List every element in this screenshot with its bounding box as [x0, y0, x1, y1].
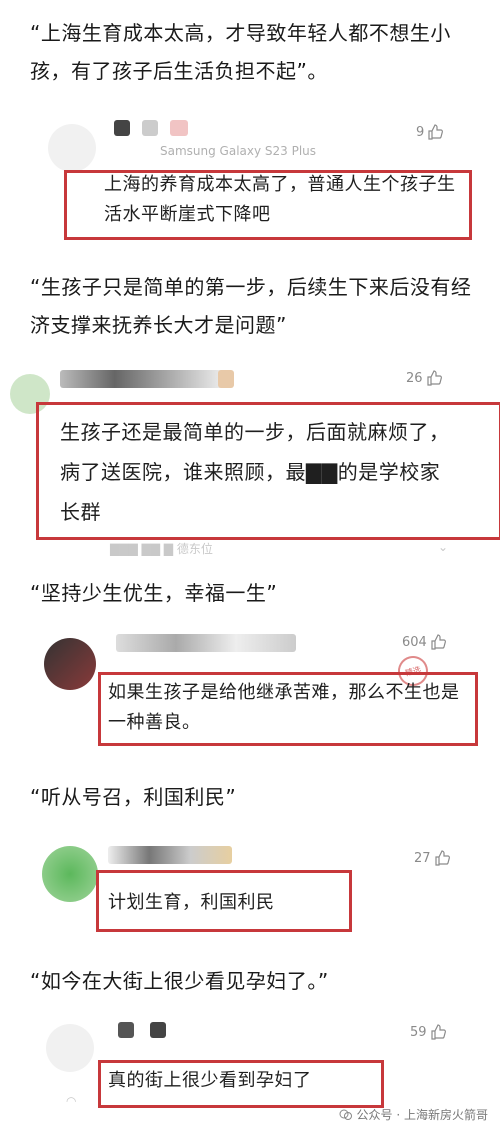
- like-button[interactable]: 604: [402, 634, 446, 650]
- quote-2: “生孩子只是简单的第一步，后续生下来后没有经济支撑来抚养长大才是问题”: [30, 275, 472, 337]
- username-blur: [108, 846, 232, 864]
- like-count: 604: [402, 634, 427, 650]
- thumb-up-icon: [431, 634, 446, 650]
- comment-text: 计划生育，利国利民: [108, 892, 275, 913]
- comment-card-4: 27 计划生育，利国利民: [0, 840, 500, 940]
- username-blur: [150, 1022, 166, 1038]
- comment-card-1: Samsung Galaxy S23 Plus 9 上海的养育成本太高了，普通人…: [0, 110, 500, 250]
- device-label: Samsung Galaxy S23 Plus: [160, 144, 317, 158]
- wechat-icon: [339, 1109, 352, 1120]
- thumb-up-icon: [426, 370, 442, 386]
- comment-text: 生孩子还是最简单的一步，后面就麻烦了，病了送医院，谁来照顾，最▇▇的是学校家长群: [60, 420, 450, 524]
- username-blur: [170, 120, 188, 136]
- username-blur: [218, 370, 234, 388]
- quote-4: “听从号召，利国利民”: [30, 785, 237, 809]
- username-blur: [142, 120, 158, 136]
- like-button[interactable]: 26: [406, 370, 442, 386]
- thumb-up-icon: [430, 1024, 446, 1040]
- comment-card-3: 604 精选 如果生孩子是给他继承苦难，那么不生也是一种善良。: [0, 624, 500, 754]
- comment-text: 上海的养育成本太高了，普通人生个孩子生活水平断崖式下降吧: [104, 174, 456, 225]
- comment-text: 真的街上很少看到孕妇了: [108, 1070, 312, 1091]
- like-button[interactable]: 59: [410, 1024, 446, 1040]
- comment-footer: ▇▇▇ ▇▇ ▇ 德东位: [110, 542, 213, 556]
- username-blur: [118, 1022, 134, 1038]
- username-blur: [116, 634, 296, 652]
- like-button[interactable]: 27: [414, 850, 450, 866]
- username-blur: [60, 370, 224, 388]
- comment-text: 如果生孩子是给他继承苦难，那么不生也是一种善良。: [108, 682, 460, 733]
- username-blur: [114, 120, 130, 136]
- reply-icon[interactable]: ◠: [66, 1094, 76, 1108]
- like-button[interactable]: 9: [416, 124, 444, 140]
- avatar[interactable]: [42, 846, 98, 902]
- watermark: 公众号 · 上海新房火箭哥: [339, 1106, 488, 1123]
- comment-card-2: 26 生孩子还是最简单的一步，后面就麻烦了，病了送医院，谁来照顾，最▇▇的是学校…: [0, 360, 500, 560]
- thumb-up-icon: [428, 124, 444, 140]
- quote-5: “如今在大街上很少看见孕妇了。”: [30, 969, 329, 993]
- thumb-up-icon: [434, 850, 450, 866]
- like-count: 9: [416, 124, 425, 140]
- quote-3: “坚持少生优生，幸福一生”: [30, 581, 278, 605]
- avatar[interactable]: [44, 638, 96, 690]
- quote-1: “上海生育成本太高，才导致年轻人都不想生小孩，有了孩子后生活负担不起”。: [30, 21, 451, 83]
- watermark-text: 公众号 · 上海新房火箭哥: [356, 1108, 488, 1122]
- like-count: 59: [410, 1024, 427, 1040]
- avatar[interactable]: [46, 1024, 94, 1072]
- like-count: 27: [414, 850, 431, 866]
- avatar[interactable]: [48, 124, 96, 172]
- like-count: 26: [406, 370, 423, 386]
- more-icon[interactable]: ⌄: [438, 540, 448, 554]
